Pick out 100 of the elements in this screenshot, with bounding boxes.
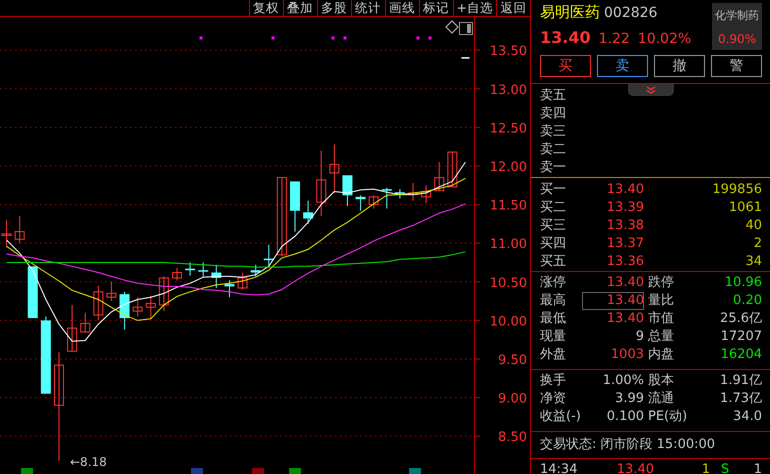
stat-label: 涨停 <box>540 274 567 292</box>
price-axis-label: 12.00 <box>490 160 527 175</box>
bid-label: 买四 <box>540 235 567 253</box>
finance-value: 1.00% <box>602 372 644 390</box>
bid-label: 买二 <box>540 199 567 217</box>
candlestick <box>290 180 300 232</box>
tick-price: 13.40 <box>616 461 654 474</box>
stat-label: 市值 <box>647 310 675 328</box>
finance-value: 0.100 <box>606 408 644 426</box>
candlestick <box>238 272 248 290</box>
candlestick <box>28 266 38 319</box>
price-axis-label: 8.50 <box>498 430 527 446</box>
candlestick <box>80 312 90 332</box>
stock-name: 易明医药 <box>540 3 600 22</box>
stat-label: 总量 <box>647 328 675 346</box>
candlestick <box>250 264 261 277</box>
stat-value: 1003 <box>610 346 644 364</box>
finance-value: 1.73亿 <box>719 390 762 408</box>
candlestick <box>106 281 116 302</box>
stat-value: 13.40 <box>582 292 644 310</box>
bid-label: 买五 <box>540 253 567 271</box>
event-tag-icon[interactable] <box>21 468 33 474</box>
stat-value: 10.96 <box>724 274 762 292</box>
bid-price: 13.40 <box>606 181 644 199</box>
candlestick <box>224 280 234 298</box>
diamond-icon[interactable] <box>445 20 459 34</box>
ask-label: 卖一 <box>540 160 566 175</box>
bid-price: 13.36 <box>606 253 644 271</box>
candlestick <box>198 262 208 278</box>
last-price: 13.40 <box>540 28 591 47</box>
bid-label: 买三 <box>540 217 567 235</box>
bid-volume: 1061 <box>728 199 762 217</box>
low-price-marker: ←8.18 <box>70 455 107 469</box>
bid-label: 买一 <box>540 181 567 199</box>
trade-button[interactable]: 买 <box>540 55 591 77</box>
candlestick <box>461 57 470 59</box>
stock-code: 002826 <box>604 5 658 21</box>
trade-button[interactable]: 警 <box>711 55 762 77</box>
candlestick <box>368 194 379 209</box>
candlestick <box>408 182 418 202</box>
stat-value: 17207 <box>720 328 762 346</box>
candlestick <box>356 194 366 212</box>
candlestick <box>447 152 458 188</box>
candlestick <box>120 291 130 330</box>
candlestick <box>172 267 182 281</box>
ask-label: 卖四 <box>540 106 566 121</box>
bid-volume: 40 <box>744 217 762 235</box>
price-axis-label: 13.00 <box>490 82 527 98</box>
event-tag-icon[interactable] <box>252 468 264 474</box>
candlestick <box>329 144 340 194</box>
candlestick <box>394 188 405 199</box>
sector-change: 0.90% <box>718 32 756 46</box>
ask-label: 卖二 <box>540 142 566 157</box>
event-tag-icon[interactable] <box>191 468 203 474</box>
price-axis-label: 11.50 <box>490 198 527 214</box>
percent-change: 10.02% <box>638 31 692 47</box>
candlestick <box>342 174 352 207</box>
bid-volume: 2 <box>752 235 762 253</box>
bid-volume: 199856 <box>711 181 762 199</box>
collapse-tab[interactable] <box>628 84 674 96</box>
sector-card[interactable]: 化学制药 0.90% <box>712 3 762 50</box>
stat-value: 13.40 <box>606 274 644 292</box>
candlestick <box>93 285 104 321</box>
tick-count: 1 <box>752 461 762 474</box>
price-axis-label: 10.50 <box>490 276 527 291</box>
price-axis-label: 9.50 <box>498 352 527 368</box>
bid-price: 13.38 <box>606 217 644 235</box>
finance-label: 净资 <box>540 390 567 408</box>
candlestick <box>2 220 12 248</box>
finance-label: PE(动) <box>647 408 688 426</box>
stat-value: 0.20 <box>732 292 762 310</box>
tick-side: S <box>720 461 730 474</box>
stat-label: 量比 <box>647 292 675 310</box>
bid-price: 13.37 <box>606 235 644 253</box>
event-tag-icon[interactable] <box>409 468 421 474</box>
stat-value: 16204 <box>720 346 762 364</box>
candlestick <box>303 200 314 224</box>
stat-label: 最高 <box>540 292 567 310</box>
price-axis-label: 9.00 <box>498 392 527 407</box>
trade-button[interactable]: 撤 <box>654 55 705 77</box>
candlestick <box>211 264 222 288</box>
stat-label: 最低 <box>540 310 567 328</box>
candlestick <box>316 150 326 217</box>
stat-label: 现量 <box>540 328 567 346</box>
ask-label: 卖五 <box>540 88 566 103</box>
candlestick <box>158 276 169 312</box>
candlestick <box>185 262 196 276</box>
candlestick <box>67 304 78 352</box>
price-axis-label: 10.00 <box>490 314 527 330</box>
finance-label: 换手 <box>540 372 567 390</box>
finance-value: 1.91亿 <box>719 372 762 390</box>
candlestick <box>434 162 444 192</box>
bid-volume: 34 <box>744 253 762 271</box>
panel-toggle-icon[interactable] <box>459 22 473 35</box>
trade-button[interactable]: 卖 <box>597 55 648 77</box>
trade-status: 交易状态: 闭市阶段 15:00:00 <box>540 437 716 452</box>
ask-label: 卖三 <box>540 124 566 139</box>
candlestick <box>146 295 156 319</box>
tick-volume: 1 <box>700 461 710 474</box>
event-tag-icon[interactable] <box>289 468 301 474</box>
